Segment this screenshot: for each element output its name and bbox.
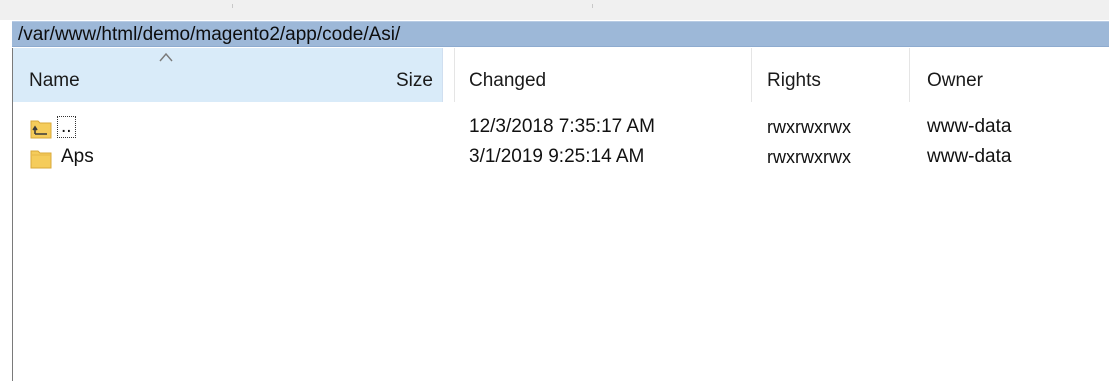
column-header-changed-label: Changed [469, 70, 547, 91]
file-list[interactable]: Name Size Changed Rights Owner .. 12/3/2… [12, 48, 1109, 381]
file-rights: rwxrwxrwx [767, 147, 851, 167]
column-header-changed[interactable]: Changed [455, 48, 752, 102]
file-panel: /var/www/html/demo/magento2/app/code/Asi… [0, 0, 1109, 381]
column-header-size[interactable]: Size [396, 48, 444, 102]
file-changed: 12/3/2018 7:35:17 AM [469, 116, 655, 137]
file-owner: www-data [927, 116, 1012, 137]
table-row[interactable]: Aps 3/1/2019 9:25:14 AM rwxrwxrwx www-da… [13, 142, 1109, 172]
top-divider [232, 4, 233, 8]
top-strip [0, 0, 1109, 20]
file-changed: 3/1/2019 9:25:14 AM [469, 146, 645, 167]
file-rights: rwxrwxrwx [767, 117, 851, 137]
column-header-size-label: Size [396, 70, 433, 91]
column-header-rights[interactable]: Rights [752, 48, 910, 102]
column-header-name[interactable]: Name [13, 48, 443, 102]
file-name: Aps [61, 146, 94, 167]
top-divider [592, 4, 593, 8]
column-header-owner-label: Owner [927, 70, 983, 91]
table-row[interactable]: .. 12/3/2018 7:35:17 AM rwxrwxrwx www-da… [13, 112, 1109, 142]
column-header-name-label: Name [29, 70, 80, 91]
parent-directory-name: .. [57, 116, 76, 138]
parent-directory-icon [30, 120, 52, 139]
file-name: .. [57, 116, 76, 138]
column-header-owner[interactable]: Owner [910, 48, 1109, 102]
column-header-rights-label: Rights [767, 70, 821, 91]
current-path: /var/www/html/demo/magento2/app/code/Asi… [18, 24, 401, 45]
path-bar[interactable]: /var/www/html/demo/magento2/app/code/Asi… [12, 21, 1109, 47]
column-header-row: Name Size Changed Rights Owner [13, 48, 1109, 102]
sort-ascending-icon [159, 52, 173, 62]
file-owner: www-data [927, 146, 1012, 167]
folder-icon [30, 150, 52, 169]
